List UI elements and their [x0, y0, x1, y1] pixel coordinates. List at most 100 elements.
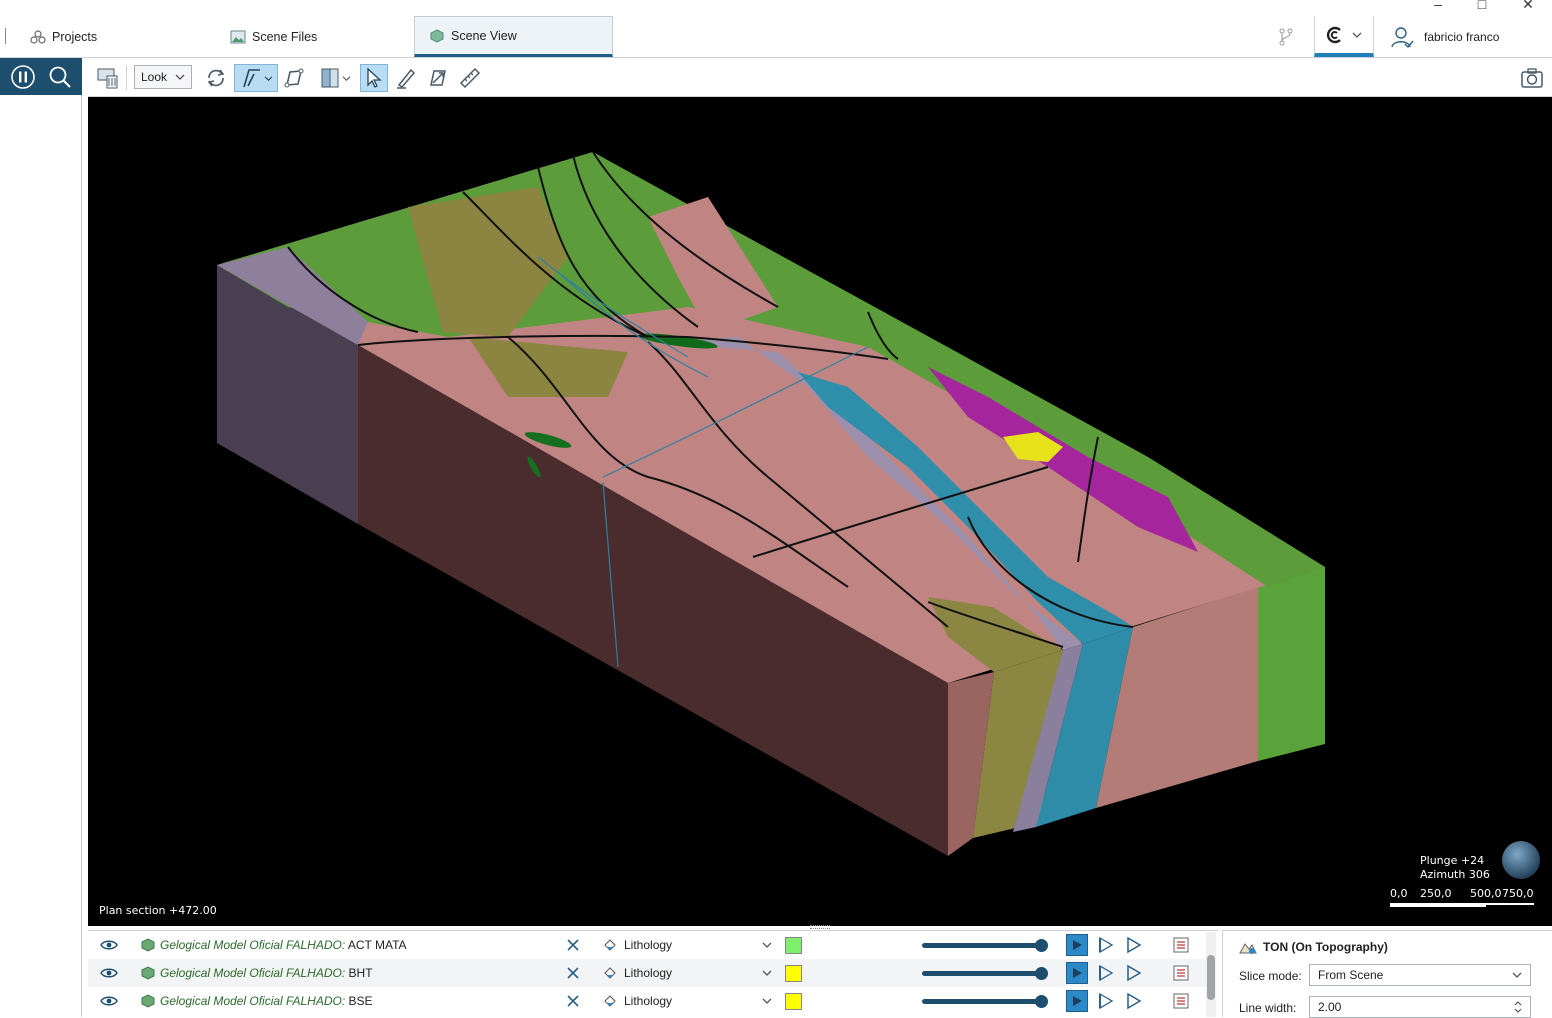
plan-section-label: Plan section +472.00	[99, 904, 217, 917]
list-properties-icon	[1173, 993, 1189, 1009]
properties-button[interactable]	[1172, 931, 1190, 959]
half-play-icon[interactable]	[1096, 992, 1116, 1010]
scale-tick-0: 0,0	[1390, 887, 1408, 900]
measure-button[interactable]	[456, 64, 484, 92]
line-width-input[interactable]: 2.00	[1309, 996, 1531, 1018]
branch-icon[interactable]	[1276, 26, 1296, 48]
cloud-menu-button[interactable]	[1314, 16, 1374, 57]
maximize-button[interactable]: □	[1472, 0, 1492, 12]
line-width-value: 2.00	[1318, 1000, 1342, 1014]
chevron-down-icon	[342, 75, 350, 81]
collapsed-panel-edge[interactable]	[0, 28, 6, 44]
scale-tick-750: 750,0	[1502, 887, 1534, 900]
colour-by-select[interactable]: Lithology	[602, 931, 772, 959]
colour-by-value: Lithology	[624, 966, 673, 980]
colour-by-select[interactable]: Lithology	[602, 987, 772, 1015]
object-model-name: Gelogical Model Oficial FALHADO:	[160, 966, 346, 980]
left-panel-header	[0, 58, 82, 95]
slice-play-button[interactable]	[1066, 962, 1088, 984]
cloud-logo-icon	[1326, 26, 1341, 43]
polyline-button[interactable]	[280, 64, 308, 92]
visibility-toggle[interactable]	[100, 987, 118, 1015]
properties-button[interactable]	[1172, 987, 1190, 1015]
object-name[interactable]: Gelogical Model Oficial FALHADO: BHT	[140, 959, 373, 987]
colour-swatch[interactable]	[785, 931, 802, 959]
slice-controls[interactable]	[1066, 987, 1144, 1015]
clear-scene-button[interactable]	[94, 64, 122, 92]
visibility-toggle[interactable]	[100, 959, 118, 987]
select-button[interactable]	[360, 64, 388, 92]
half-play-icon[interactable]	[1096, 964, 1116, 982]
properties-header: TON (On Topography)	[1239, 939, 1388, 955]
properties-panel: TON (On Topography) Slice mode: From Sce…	[1222, 930, 1552, 1018]
panel-resize-handle[interactable]	[810, 925, 830, 929]
draw-line-button[interactable]	[234, 64, 278, 92]
slice-mode-select[interactable]: From Scene	[1309, 964, 1531, 986]
play-outline-icon[interactable]	[1124, 992, 1144, 1010]
remove-object-button[interactable]	[566, 959, 580, 987]
slice-button[interactable]	[312, 64, 356, 92]
chevron-down-icon	[1352, 32, 1362, 38]
play-outline-icon[interactable]	[1124, 964, 1144, 982]
colour-swatch[interactable]	[785, 959, 802, 987]
object-name[interactable]: Gelogical Model Oficial FALHADO: BSE	[140, 987, 373, 1015]
colour-by-value: Lithology	[624, 994, 673, 1008]
minimize-button[interactable]: –	[1428, 0, 1448, 12]
colour-swatch[interactable]	[785, 987, 802, 1015]
pause-button[interactable]	[10, 64, 36, 90]
rotate-button[interactable]	[202, 64, 230, 92]
slice-controls[interactable]	[1066, 959, 1144, 987]
scene-viewport[interactable]: Plan section +472.00 Plunge +24 Azimuth …	[88, 97, 1552, 926]
geological-model-render[interactable]	[88, 97, 1552, 926]
select-arrow-icon	[367, 67, 382, 88]
chevron-down-icon	[762, 998, 772, 1004]
camera-icon	[1521, 68, 1543, 88]
transform-button[interactable]	[424, 64, 452, 92]
list-item[interactable]: Gelogical Model Oficial FALHADO: ACT MAT…	[88, 931, 1208, 959]
search-button[interactable]	[47, 64, 73, 90]
user-menu[interactable]: fabricio franco	[1376, 16, 1552, 57]
scene-files-icon	[230, 30, 246, 43]
opacity-slider[interactable]	[922, 959, 1048, 987]
slice-play-button[interactable]	[1066, 990, 1088, 1012]
tab-projects[interactable]: Projects	[16, 16, 216, 57]
half-play-icon[interactable]	[1096, 936, 1116, 954]
list-item[interactable]: Gelogical Model Oficial FALHADO: BSE Lit…	[88, 987, 1208, 1015]
properties-button[interactable]	[1172, 959, 1190, 987]
slice-controls[interactable]	[1066, 931, 1144, 959]
close-button[interactable]: ✕	[1518, 0, 1538, 12]
colour-by-select[interactable]: Lithology	[602, 959, 772, 987]
list-scrollbar-thumb[interactable]	[1207, 955, 1215, 1000]
plunge-readout: Plunge +24	[1420, 854, 1485, 867]
object-name[interactable]: Gelogical Model Oficial FALHADO: ACT MAT…	[140, 931, 407, 959]
stepper-icon[interactable]	[1514, 1000, 1522, 1014]
opacity-slider[interactable]	[922, 931, 1048, 959]
topography-icon	[1239, 943, 1257, 954]
geo-model-icon	[141, 966, 155, 980]
slice-play-button[interactable]	[1066, 934, 1088, 956]
play-outline-icon[interactable]	[1124, 936, 1144, 954]
orientation-globe-icon[interactable]	[1502, 841, 1540, 879]
chevron-down-icon	[175, 74, 185, 80]
screenshot-button[interactable]	[1518, 64, 1546, 92]
shown-objects-list: Gelogical Model Oficial FALHADO: ACT MAT…	[88, 930, 1218, 1017]
list-item[interactable]: Gelogical Model Oficial FALHADO: BHT Lit…	[88, 959, 1208, 987]
tab-scene-files[interactable]: Scene Files	[216, 16, 414, 57]
pen-icon	[397, 68, 416, 89]
line-width-label: Line width:	[1239, 1001, 1297, 1015]
draw-line-icon	[242, 69, 260, 88]
geo-model-icon	[141, 994, 155, 1008]
visibility-toggle[interactable]	[100, 931, 118, 959]
opacity-slider[interactable]	[922, 987, 1048, 1015]
chevron-down-icon	[264, 75, 272, 81]
chevron-down-icon	[762, 942, 772, 948]
close-icon	[567, 967, 579, 979]
tab-scene-view[interactable]: Scene View	[414, 16, 613, 57]
pen-button[interactable]	[392, 64, 420, 92]
scale-tick-250: 250,0	[1420, 887, 1452, 900]
remove-object-button[interactable]	[566, 931, 580, 959]
remove-object-button[interactable]	[566, 987, 580, 1015]
view-mode-select[interactable]: Look	[134, 65, 192, 89]
colour-by-value: Lithology	[624, 938, 673, 952]
rotate-icon	[207, 69, 225, 87]
